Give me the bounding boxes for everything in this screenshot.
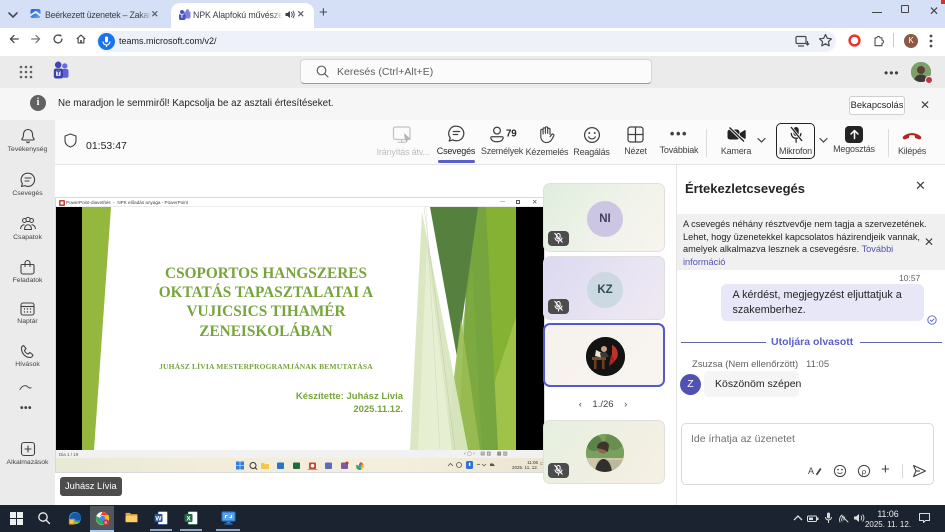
svg-text:⍴: ⍴	[862, 467, 867, 476]
svg-text:W: W	[155, 515, 162, 522]
svg-text:K: K	[105, 520, 108, 525]
svg-text:X: X	[186, 515, 191, 522]
svg-text:79: 79	[506, 129, 517, 140]
svg-text:A: A	[808, 466, 814, 476]
